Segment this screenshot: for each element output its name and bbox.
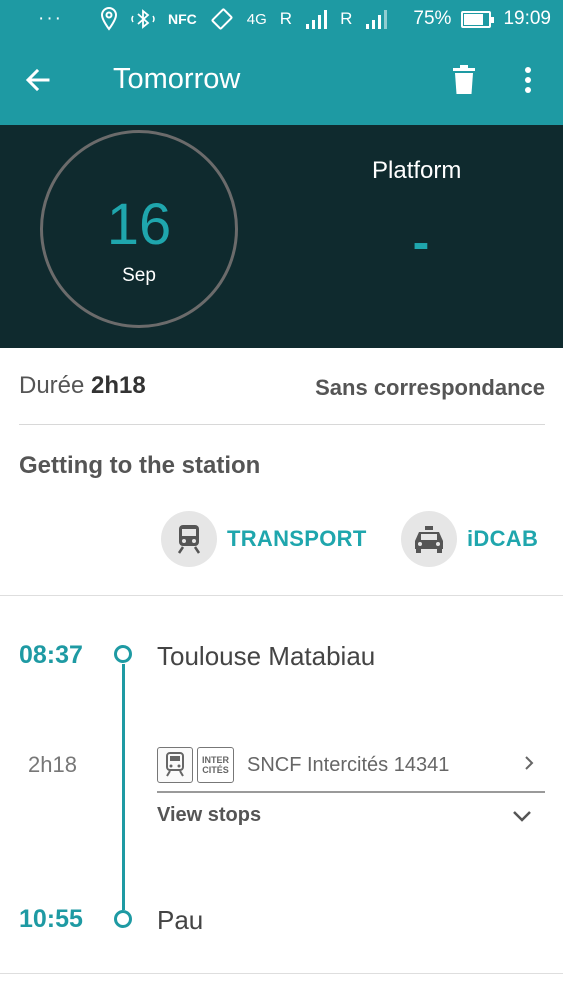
chevron-down-icon[interactable] (510, 804, 534, 828)
divider (157, 791, 545, 793)
battery-percent: 75% (413, 8, 452, 29)
back-arrow-icon (25, 68, 50, 92)
taxi-icon-circle (401, 511, 457, 567)
duration-summary: Durée 2h18 (19, 372, 146, 400)
app-bar: Tomorrow (0, 38, 563, 125)
roaming-indicator-2: R (340, 9, 353, 28)
status-bar: ··· NFC 4G R R 75% 19:09 (0, 0, 563, 38)
train-segment[interactable]: INTER CITÉS SNCF Intercités 14341 (157, 745, 545, 785)
train-icon (166, 752, 184, 777)
back-button[interactable] (18, 60, 58, 100)
platform-label: Platform (372, 157, 462, 184)
connections-label: Sans correspondance (315, 375, 545, 400)
train-icon (177, 525, 201, 554)
trip-header: 16 Sep Platform - (0, 125, 563, 348)
segment-duration: 2h18 (28, 752, 77, 777)
network-type: 4G (246, 10, 267, 28)
departure-time: 08:37 (19, 641, 83, 669)
delete-button[interactable] (444, 60, 484, 100)
divider (19, 424, 545, 425)
arrival-station: Pau (157, 905, 204, 935)
signal-icon-2 (366, 10, 388, 29)
transport-label: TRANSPORT (227, 526, 367, 551)
date-circle: 16 Sep (40, 130, 238, 328)
view-stops-button[interactable]: View stops (157, 804, 261, 827)
trash-icon (453, 65, 475, 94)
vibrate-icon (211, 8, 233, 30)
location-icon (100, 7, 118, 31)
date-month: Sep (122, 265, 156, 286)
platform-value: - (412, 214, 430, 270)
bluetooth-icon (131, 9, 155, 29)
idcab-option[interactable]: iDCAB (401, 511, 538, 567)
intercites-badge-top: INTER (202, 755, 229, 765)
chevron-right-icon (525, 756, 534, 770)
battery-icon (461, 10, 495, 28)
intercites-badge: INTER CITÉS (197, 747, 234, 783)
more-vert-icon (525, 67, 531, 93)
page-title: Tomorrow (113, 63, 241, 95)
notification-dots: ··· (38, 8, 63, 29)
clock: 19:09 (503, 8, 551, 29)
taxi-icon (415, 526, 443, 553)
signal-icon (306, 10, 328, 29)
trip-summary: Durée 2h18 Sans correspondance (19, 372, 545, 406)
idcab-label: iDCAB (467, 526, 539, 551)
duration-value: 2h18 (91, 372, 146, 399)
transport-option[interactable]: TRANSPORT (161, 511, 367, 567)
duration-label: Durée (19, 372, 85, 399)
train-name: SNCF Intercités 14341 (247, 753, 450, 776)
train-mode-badge (157, 747, 193, 783)
roaming-indicator: R (279, 9, 293, 28)
timeline-line (122, 664, 125, 910)
transport-icon-circle (161, 511, 217, 567)
more-options-button[interactable] (510, 60, 546, 100)
arrival-dot (114, 910, 132, 928)
divider (0, 595, 563, 596)
departure-station: Toulouse Matabiau (157, 641, 376, 671)
date-day: 16 (106, 192, 172, 257)
intercites-badge-bottom: CITÉS (202, 765, 229, 775)
divider (0, 973, 563, 974)
nfc-label: NFC (168, 11, 197, 27)
departure-dot (114, 645, 132, 663)
status-icons: NFC 4G R R (100, 0, 388, 38)
section-title: Getting to the station (19, 452, 261, 479)
status-right: 75% 19:09 (413, 0, 551, 38)
arrival-time: 10:55 (19, 905, 83, 933)
